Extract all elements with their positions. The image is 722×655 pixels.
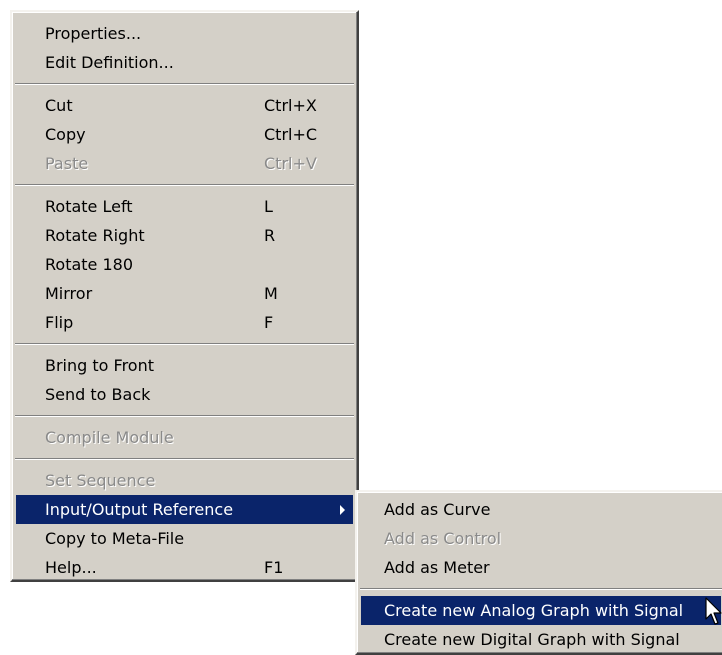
- submenu-item-add-as-control: Add as Control: [357, 524, 722, 553]
- menu-item-shortcut: F: [264, 313, 274, 332]
- menu-item-paste: Paste Ctrl+V: [12, 149, 357, 178]
- menu-item-help[interactable]: Help... F1: [12, 553, 357, 582]
- menu-item-label: Add as Control: [384, 529, 502, 548]
- menu-separator: [12, 178, 357, 192]
- mouse-cursor-icon: [705, 597, 722, 625]
- menu-item-label: Rotate Left: [45, 197, 133, 216]
- menu-item-label: Set Sequence: [45, 471, 156, 490]
- submenu-item-add-as-meter[interactable]: Add as Meter: [357, 553, 722, 582]
- submenu-arrow-icon: [340, 505, 345, 515]
- menu-item-flip[interactable]: Flip F: [12, 308, 357, 337]
- submenu-item-create-digital-graph[interactable]: Create new Digital Graph with Signal: [357, 625, 722, 654]
- submenu-item-add-as-curve[interactable]: Add as Curve: [357, 495, 722, 524]
- menu-separator: [12, 409, 357, 423]
- menu-item-label: Create new Digital Graph with Signal: [384, 630, 680, 649]
- menu-item-edit-definition[interactable]: Edit Definition...: [12, 48, 357, 77]
- menu-item-label: Bring to Front: [45, 356, 154, 375]
- menu-item-label: Edit Definition...: [45, 53, 174, 72]
- menu-item-label: Properties...: [45, 24, 142, 43]
- menu-separator: [12, 337, 357, 351]
- context-menu: Properties... Edit Definition... Cut Ctr…: [10, 10, 359, 582]
- menu-item-label: Flip: [45, 313, 74, 332]
- menu-item-shortcut: R: [264, 226, 276, 245]
- menu-item-shortcut: F1: [264, 558, 284, 577]
- menu-item-shortcut: Ctrl+C: [264, 125, 318, 144]
- menu-item-label: Cut: [45, 96, 73, 115]
- menu-item-label: Send to Back: [45, 385, 151, 404]
- menu-item-label: Mirror: [45, 284, 93, 303]
- menu-item-shortcut: M: [264, 284, 278, 303]
- menu-item-shortcut: L: [264, 197, 273, 216]
- menu-item-cut[interactable]: Cut Ctrl+X: [12, 91, 357, 120]
- menu-item-bring-to-front[interactable]: Bring to Front: [12, 351, 357, 380]
- menu-item-rotate-right[interactable]: Rotate Right R: [12, 221, 357, 250]
- menu-item-set-sequence: Set Sequence: [12, 466, 357, 495]
- menu-item-rotate-180[interactable]: Rotate 180: [12, 250, 357, 279]
- menu-item-shortcut: Ctrl+X: [264, 96, 317, 115]
- menu-item-rotate-left[interactable]: Rotate Left L: [12, 192, 357, 221]
- menu-item-send-to-back[interactable]: Send to Back: [12, 380, 357, 409]
- menu-item-label: Add as Meter: [384, 558, 490, 577]
- submenu-item-create-analog-graph[interactable]: Create new Analog Graph with Signal: [361, 596, 721, 625]
- io-reference-submenu: Add as Curve Add as Control Add as Meter…: [355, 490, 722, 655]
- menu-item-copy-to-meta-file[interactable]: Copy to Meta-File: [12, 524, 357, 553]
- menu-separator: [12, 452, 357, 466]
- menu-item-label: Help...: [45, 558, 97, 577]
- menu-item-label: Compile Module: [45, 428, 174, 447]
- menu-item-label: Rotate 180: [45, 255, 134, 274]
- menu-item-label: Rotate Right: [45, 226, 145, 245]
- menu-item-label: Copy to Meta-File: [45, 529, 185, 548]
- menu-item-copy[interactable]: Copy Ctrl+C: [12, 120, 357, 149]
- menu-item-label: Create new Analog Graph with Signal: [384, 601, 684, 620]
- menu-item-input-output-reference[interactable]: Input/Output Reference: [16, 495, 353, 524]
- menu-item-label: Add as Curve: [384, 500, 491, 519]
- menu-item-compile-module: Compile Module: [12, 423, 357, 452]
- menu-item-label: Paste: [45, 154, 89, 173]
- menu-separator: [357, 582, 722, 596]
- menu-item-mirror[interactable]: Mirror M: [12, 279, 357, 308]
- menu-item-shortcut: Ctrl+V: [264, 154, 317, 173]
- menu-item-properties[interactable]: Properties...: [12, 19, 357, 48]
- menu-item-label: Copy: [45, 125, 86, 144]
- menu-separator: [12, 77, 357, 91]
- menu-item-label: Input/Output Reference: [45, 500, 234, 519]
